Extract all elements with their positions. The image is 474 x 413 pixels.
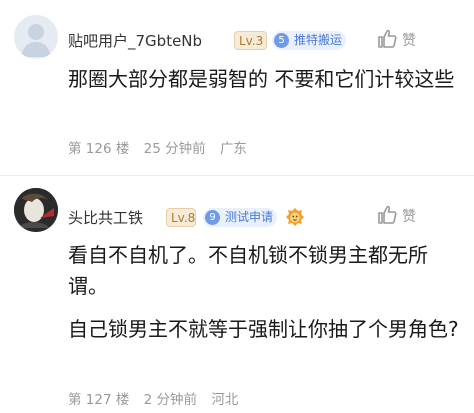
user-avatar bbox=[14, 188, 58, 232]
thumbs-up-icon bbox=[378, 29, 397, 48]
level-badge: Lv.3 bbox=[234, 31, 267, 50]
floor-number: 第 126 楼 bbox=[68, 141, 130, 157]
timestamp: 2 分钟前 bbox=[143, 392, 198, 408]
comment-text: 那圈大部分都是弱智的 不要和它们计较这些 bbox=[68, 67, 455, 91]
comment-post: 贴吧用户_7GbteNb Lv.3 5 推特搬运 赞 那圈大部分都是弱智的 不要… bbox=[0, 0, 474, 175]
tag-number: 5 bbox=[274, 33, 289, 48]
username[interactable]: 头比共工铁 bbox=[68, 207, 143, 228]
comment-text: 自己锁男主不就等于强制让你抽了个男角色? bbox=[68, 317, 459, 341]
tag-number: 9 bbox=[205, 210, 220, 225]
thumbs-up-icon bbox=[378, 205, 397, 224]
like-label: 赞 bbox=[402, 33, 416, 49]
comment-meta: 第 126 楼 25 分钟前 广东 bbox=[68, 137, 257, 157]
fan-tag-badge[interactable]: 9 测试申请 bbox=[203, 208, 277, 227]
avatar[interactable] bbox=[14, 188, 58, 232]
location: 广东 bbox=[219, 141, 247, 157]
tag-label: 测试申请 bbox=[225, 210, 274, 224]
username[interactable]: 贴吧用户_7GbteNb bbox=[68, 30, 202, 51]
tag-label: 推特搬运 bbox=[294, 33, 343, 47]
comment-meta: 第 127 楼 2 分钟前 河北 bbox=[68, 388, 248, 408]
fan-tag-badge[interactable]: 5 推特搬运 bbox=[272, 31, 346, 50]
level-badge: Lv.8 bbox=[166, 208, 196, 227]
comment-post: 头比共工铁 Lv.8 9 测试申请 赞 看自不自机了。不自机锁不锁男主都无所谓。… bbox=[0, 176, 474, 413]
location: 河北 bbox=[211, 392, 239, 408]
default-avatar-icon bbox=[14, 15, 58, 59]
floor-number: 第 127 楼 bbox=[68, 392, 130, 408]
like-label: 赞 bbox=[402, 209, 416, 225]
avatar[interactable] bbox=[14, 15, 58, 59]
lion-badge-icon bbox=[286, 208, 304, 226]
timestamp: 25 分钟前 bbox=[143, 141, 206, 157]
comment-text: 看自不自机了。不自机锁不锁男主都无所谓。 bbox=[68, 243, 428, 298]
